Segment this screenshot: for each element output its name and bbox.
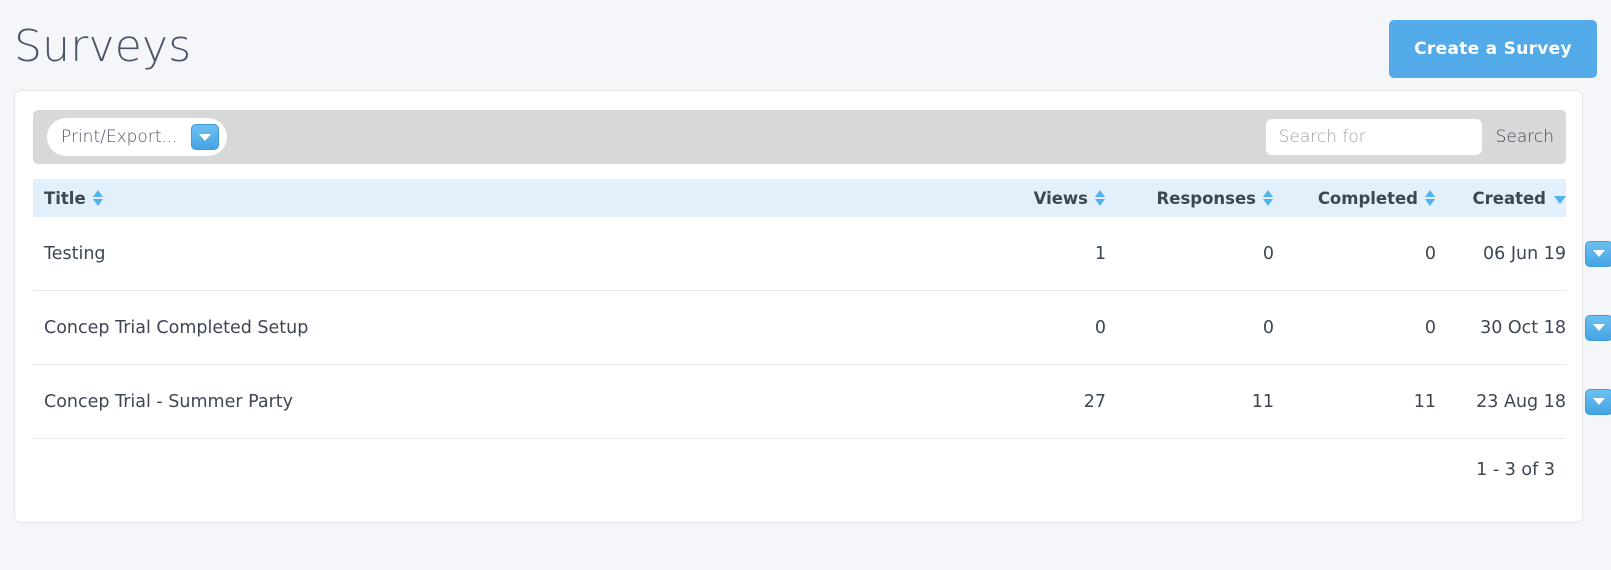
pagination-info: 1 - 3 of 3 <box>1476 460 1555 480</box>
row-actions-chevron-down-icon[interactable] <box>1585 388 1611 415</box>
cell-created: 23 Aug 18 <box>1476 391 1566 412</box>
column-header-title-label: Title <box>44 188 86 208</box>
cell-created: 06 Jun 19 <box>1482 243 1566 264</box>
table-row[interactable]: Concep Trial - Summer Party 27 11 11 23 … <box>33 365 1611 439</box>
create-survey-button[interactable]: Create a Survey <box>1389 20 1597 78</box>
column-header-responses[interactable]: Responses <box>1106 189 1274 208</box>
column-header-completed-label: Completed <box>1317 188 1418 208</box>
cell-responses: 11 <box>1251 391 1274 412</box>
surveys-card: Print/Export... Search Title Views Respo… <box>14 90 1611 523</box>
row-actions-chevron-down-icon[interactable] <box>1585 314 1611 341</box>
column-header-completed[interactable]: Completed <box>1274 189 1436 208</box>
column-header-created[interactable]: Created <box>1436 189 1566 208</box>
surveys-table: Title Views Responses Completed Created <box>33 179 1611 501</box>
chevron-down-icon[interactable] <box>191 124 219 150</box>
table-toolbar: Print/Export... Search <box>33 110 1566 164</box>
column-header-responses-label: Responses <box>1156 188 1256 208</box>
caret-glyph <box>1593 398 1605 405</box>
page-header: Surveys Create a Survey <box>0 0 1611 90</box>
cell-views: 0 <box>1094 317 1106 338</box>
print-export-dropdown[interactable]: Print/Export... <box>47 118 227 156</box>
search-input[interactable] <box>1265 119 1482 155</box>
column-header-title[interactable]: Title <box>33 189 986 208</box>
cell-completed: 11 <box>1413 391 1436 412</box>
cell-title[interactable]: Testing <box>33 244 986 264</box>
sort-descending-icon[interactable] <box>1554 195 1566 204</box>
cell-created: 30 Oct 18 <box>1480 317 1566 338</box>
column-header-created-label: Created <box>1472 188 1546 208</box>
table-body: Testing 1 0 0 06 Jun 19 Concep Trial Com… <box>33 217 1611 439</box>
cell-views: 27 <box>1083 391 1106 412</box>
print-export-label: Print/Export... <box>61 127 178 147</box>
cell-title[interactable]: Concep Trial Completed Setup <box>33 318 986 338</box>
cell-completed: 0 <box>1424 317 1436 338</box>
cell-title[interactable]: Concep Trial - Summer Party <box>33 392 986 412</box>
caret-glyph <box>1593 250 1605 257</box>
sort-both-icon[interactable] <box>1095 190 1106 206</box>
caret-glyph <box>199 133 211 141</box>
search-area: Search <box>1265 119 1554 155</box>
cell-responses: 0 <box>1262 243 1274 264</box>
column-header-views[interactable]: Views <box>986 189 1106 208</box>
cell-completed: 0 <box>1424 243 1436 264</box>
cell-responses: 0 <box>1262 317 1274 338</box>
table-row[interactable]: Testing 1 0 0 06 Jun 19 <box>33 217 1611 291</box>
search-button[interactable]: Search <box>1496 127 1554 147</box>
page-title: Surveys <box>14 21 192 72</box>
sort-both-icon[interactable] <box>1425 190 1436 206</box>
sort-both-icon[interactable] <box>92 190 104 206</box>
column-header-views-label: Views <box>1033 188 1088 208</box>
cell-views: 1 <box>1094 243 1106 264</box>
table-footer: 1 - 3 of 3 <box>33 439 1566 501</box>
table-row[interactable]: Concep Trial Completed Setup 0 0 0 30 Oc… <box>33 291 1611 365</box>
caret-glyph <box>1593 324 1605 331</box>
row-actions-chevron-down-icon[interactable] <box>1585 240 1611 267</box>
table-header-row: Title Views Responses Completed Created <box>33 179 1566 217</box>
sort-both-icon[interactable] <box>1263 190 1274 206</box>
